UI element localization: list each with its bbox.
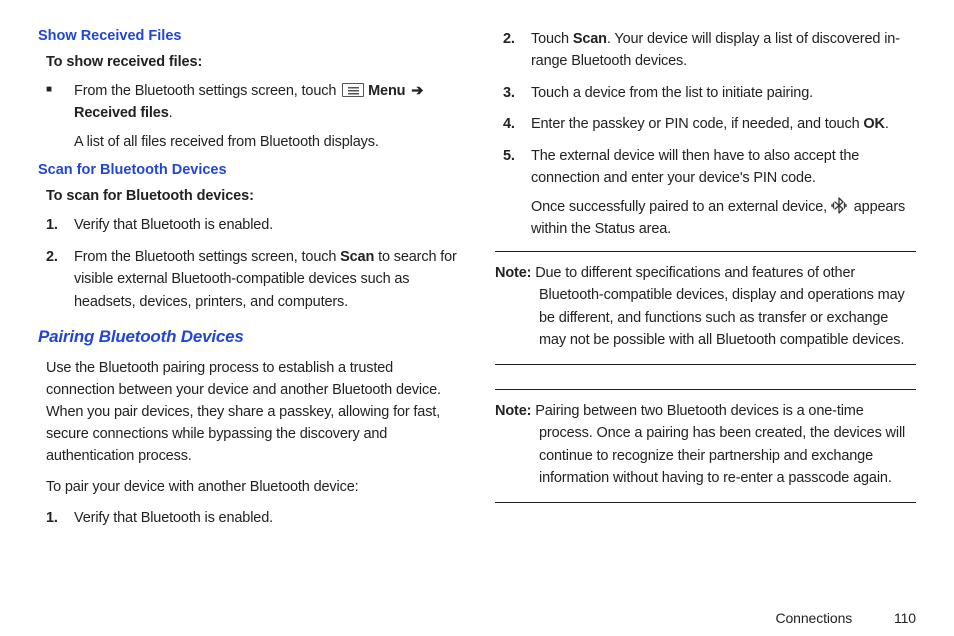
intro-show-received: To show received files: <box>46 54 459 70</box>
scan-steps-list: 1. Verify that Bluetooth is enabled. 2. … <box>38 214 459 313</box>
menu-word: Menu <box>368 83 405 99</box>
note-text: Due to different specifications and feat… <box>531 265 904 348</box>
received-files-list: From the Bluetooth settings screen, touc… <box>38 80 459 153</box>
page-number: 110 <box>872 610 916 626</box>
section-label: Connections <box>775 610 852 626</box>
list-item: 1. Verify that Bluetooth is enabled. <box>74 507 459 529</box>
divider <box>495 364 916 365</box>
step-bold: Scan <box>340 249 374 265</box>
step-number: 4. <box>503 113 515 135</box>
arrow-icon: ➔ <box>411 80 423 102</box>
list-item: From the Bluetooth settings screen, touc… <box>74 80 459 153</box>
list-item: 3. Touch a device from the list to initi… <box>531 82 916 104</box>
right-column: 2. Touch Scan. Your device will display … <box>495 28 916 606</box>
step-number: 2. <box>46 246 58 268</box>
step-text: The external device will then have to al… <box>531 148 859 186</box>
list-item: 2. Touch Scan. Your device will display … <box>531 28 916 73</box>
step-bold: Scan <box>573 31 607 47</box>
note-block-2: Note: Pairing between two Bluetooth devi… <box>495 398 916 492</box>
step-number: 1. <box>46 507 58 529</box>
step-number: 2. <box>503 28 515 50</box>
step-number: 3. <box>503 82 515 104</box>
step-text: Touch a device from the list to initiate… <box>531 85 813 101</box>
list-item: 5. The external device will then have to… <box>531 145 916 241</box>
step-text: Verify that Bluetooth is enabled. <box>74 217 273 233</box>
divider <box>495 251 916 252</box>
step-pre: Touch <box>531 31 573 47</box>
list-item: 4. Enter the passkey or PIN code, if nee… <box>531 113 916 135</box>
pairing-para2: To pair your device with another Bluetoo… <box>46 476 459 498</box>
heading-show-received: Show Received Files <box>38 28 459 44</box>
note-label: Note: <box>495 403 531 419</box>
step-subline: Once successfully paired to an external … <box>531 196 916 241</box>
note-text: Pairing between two Bluetooth devices is… <box>531 403 905 486</box>
step-pre: From the Bluetooth settings screen, touc… <box>74 249 340 265</box>
page-footer: Connections 110 <box>38 606 916 626</box>
step-pre: Enter the passkey or PIN code, if needed… <box>531 116 863 132</box>
note-block-1: Note: Due to different specifications an… <box>495 260 916 354</box>
menu-icon <box>342 83 364 97</box>
pairing-steps-left: 1. Verify that Bluetooth is enabled. <box>38 507 459 529</box>
two-column-layout: Show Received Files To show received fil… <box>38 28 916 606</box>
bullet-subtext: A list of all files received from Blueto… <box>74 131 459 153</box>
pairing-steps-right: 2. Touch Scan. Your device will display … <box>495 28 916 241</box>
step-number: 5. <box>503 145 515 167</box>
heading-scan: Scan for Bluetooth Devices <box>38 162 459 178</box>
step-number: 1. <box>46 214 58 236</box>
bullet-text-pre: From the Bluetooth settings screen, touc… <box>74 83 340 99</box>
left-column: Show Received Files To show received fil… <box>38 28 459 606</box>
received-files-word: Received files <box>74 105 169 121</box>
period: . <box>169 105 173 121</box>
note-label: Note: <box>495 265 531 281</box>
divider <box>495 389 916 390</box>
list-item: 2. From the Bluetooth settings screen, t… <box>74 246 459 313</box>
sub-pre: Once successfully paired to an external … <box>531 199 831 215</box>
step-bold: OK <box>863 116 884 132</box>
divider <box>495 502 916 503</box>
heading-pairing: Pairing Bluetooth Devices <box>38 327 459 347</box>
step-text: Verify that Bluetooth is enabled. <box>74 510 273 526</box>
intro-scan: To scan for Bluetooth devices: <box>46 188 459 204</box>
step-post: . <box>885 116 889 132</box>
pairing-para1: Use the Bluetooth pairing process to est… <box>46 357 459 467</box>
bluetooth-paired-icon <box>831 197 847 214</box>
list-item: 1. Verify that Bluetooth is enabled. <box>74 214 459 236</box>
